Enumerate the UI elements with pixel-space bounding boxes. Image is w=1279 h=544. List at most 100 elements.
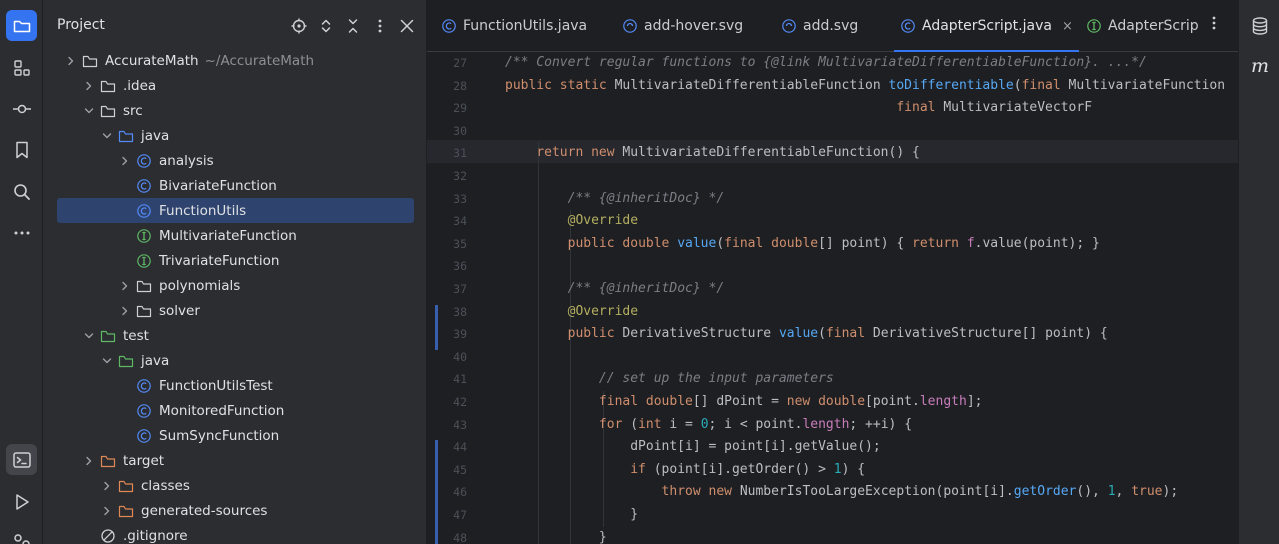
tree-item[interactable]: java	[43, 123, 427, 148]
chevron-down-icon[interactable]	[100, 354, 114, 368]
code-line[interactable]: if (point[i].getOrder() > 1) {	[505, 459, 865, 481]
chevron-right-icon[interactable]	[118, 154, 132, 168]
code-token: MultivariateDifferentiableFunction() {	[622, 145, 920, 161]
interface-icon	[1086, 18, 1102, 34]
chevron-right-icon[interactable]	[82, 454, 96, 468]
tree-item[interactable]: TrivariateFunction	[43, 248, 427, 273]
code-line[interactable]: for (int i = 0; i < point.length; ++i) {	[505, 414, 912, 436]
run-icon[interactable]	[6, 486, 37, 517]
editor-tab[interactable]: add-hover.svg	[622, 0, 743, 52]
tree-item[interactable]: AccurateMath ~/AccurateMath	[43, 48, 427, 73]
chevron-right-icon[interactable]	[118, 304, 132, 318]
code-line[interactable]: final MultivariateVectorF	[505, 97, 1092, 119]
editor-tab[interactable]: add.svg	[781, 0, 858, 52]
line-number: 46	[453, 485, 467, 500]
code-line[interactable]: throw new NumberIsTooLargeException(poin…	[505, 481, 1179, 503]
tree-item[interactable]: analysis	[43, 148, 427, 173]
vcs-change-marker[interactable]	[435, 304, 438, 350]
tree-item[interactable]: MultivariateFunction	[43, 223, 427, 248]
terminal-icon[interactable]	[6, 444, 37, 475]
code-token: 1	[1107, 484, 1116, 500]
kebab-icon[interactable]	[369, 15, 390, 37]
search-icon[interactable]	[6, 176, 37, 207]
code-line[interactable]: // set up the input parameters	[505, 368, 834, 390]
tree-item[interactable]: test	[43, 323, 427, 348]
tree-item[interactable]: .idea	[43, 73, 427, 98]
chevron-down-icon[interactable]	[100, 129, 114, 143]
code-token: (),	[1076, 484, 1108, 500]
chevron-right-icon[interactable]	[100, 504, 114, 518]
tree-item[interactable]: SumSyncFunction	[43, 423, 427, 448]
tree-item[interactable]: generated-sources	[43, 498, 427, 523]
tree-item-label: generated-sources	[141, 502, 268, 519]
code-line[interactable]: /** {@inheritDoc} */	[505, 278, 725, 300]
chevron-right-icon[interactable]	[64, 54, 78, 68]
code-area[interactable]: /** Convert regular functions to {@link …	[505, 52, 1238, 544]
folder-icon[interactable]	[6, 10, 37, 41]
editor-tab[interactable]: AdapterScript.java ×	[894, 0, 1079, 52]
line-number-gutter[interactable]: 27 28 29 30 31 32 33 34 35 36 37 38 39 40 41 42 43 44 45 46…	[427, 52, 501, 544]
tree-item[interactable]: classes	[43, 473, 427, 498]
project-title[interactable]: Project	[57, 17, 105, 33]
code-token: 1	[833, 461, 842, 477]
tree-item[interactable]: BivariateFunction	[43, 173, 427, 198]
code-line[interactable]: public DerivativeStructure value(final D…	[505, 323, 1108, 345]
structure-icon[interactable]	[6, 52, 37, 83]
chevron-down-icon[interactable]	[82, 104, 96, 118]
chevron-right-icon[interactable]	[100, 479, 114, 493]
chevron-right-icon[interactable]	[82, 79, 96, 93]
tabs-more-icon[interactable]	[1212, 15, 1222, 37]
code-token: }	[505, 507, 639, 522]
expand-collapse-icon[interactable]	[315, 15, 336, 37]
tree-item[interactable]: .gitignore	[43, 523, 427, 544]
code-line[interactable]: }	[505, 527, 607, 544]
bookmark-icon[interactable]	[6, 134, 37, 165]
tree-item[interactable]: MonitoredFunction	[43, 398, 427, 423]
code-token: return	[912, 235, 967, 251]
collapse-all-icon[interactable]	[342, 15, 363, 37]
code-line[interactable]: public static MultivariateDifferentiable…	[505, 75, 1225, 97]
excluded-folder-icon	[118, 503, 134, 519]
code-token: @Override	[567, 213, 639, 229]
code-line[interactable]: @Override	[505, 301, 638, 323]
vcs-change-marker[interactable]	[435, 440, 438, 544]
line-number: 32	[453, 169, 467, 183]
target-icon[interactable]	[288, 15, 309, 37]
services-icon[interactable]	[6, 525, 37, 544]
close-icon[interactable]	[396, 15, 417, 37]
tab-close-icon[interactable]: ×	[1062, 19, 1073, 34]
tree-item[interactable]: java	[43, 348, 427, 373]
tree-item[interactable]: target	[43, 448, 427, 473]
code-line[interactable]: @Override	[505, 210, 638, 232]
commit-icon[interactable]	[6, 93, 37, 124]
code-line[interactable]: }	[505, 504, 638, 526]
code-line[interactable]: public double value(final double[] point…	[505, 233, 1100, 255]
code-line[interactable]: dPoint[i] = point[i].getValue();	[505, 436, 880, 458]
code-token: (	[818, 326, 826, 342]
project-header: Project	[43, 0, 427, 52]
more-icon[interactable]	[6, 217, 37, 248]
tree-item[interactable]: FunctionUtils	[57, 198, 414, 223]
tree-item-label: MultivariateFunction	[159, 227, 297, 244]
code-line[interactable]: /** Convert regular functions to {@link …	[505, 52, 1147, 74]
code-token: ) {	[841, 461, 866, 477]
tree-item-label: test	[123, 327, 149, 344]
tree-item[interactable]: FunctionUtilsTest	[43, 373, 427, 398]
tree-item[interactable]: polynomials	[43, 273, 427, 298]
maven-icon[interactable]: m	[1247, 53, 1273, 79]
code-token: final	[896, 100, 944, 116]
tree-item[interactable]: solver	[43, 298, 427, 323]
chevron-down-icon[interactable]	[82, 329, 96, 343]
code-line[interactable]: final double[] dPoint = new double[point…	[505, 391, 983, 413]
code-line[interactable]: /** {@inheritDoc} */	[505, 188, 725, 210]
editor-tab[interactable]: FunctionUtils.java	[441, 0, 587, 52]
database-icon[interactable]	[1247, 13, 1273, 39]
maven-label: m	[1250, 55, 1270, 77]
code-line[interactable]: return new MultivariateDifferentiableFun…	[505, 142, 920, 164]
code-token: .value(point); }	[974, 235, 1100, 251]
editor-tab[interactable]: AdapterScrip	[1086, 0, 1199, 52]
chevron-right-icon[interactable]	[118, 279, 132, 293]
tree-item[interactable]: src	[43, 98, 427, 123]
